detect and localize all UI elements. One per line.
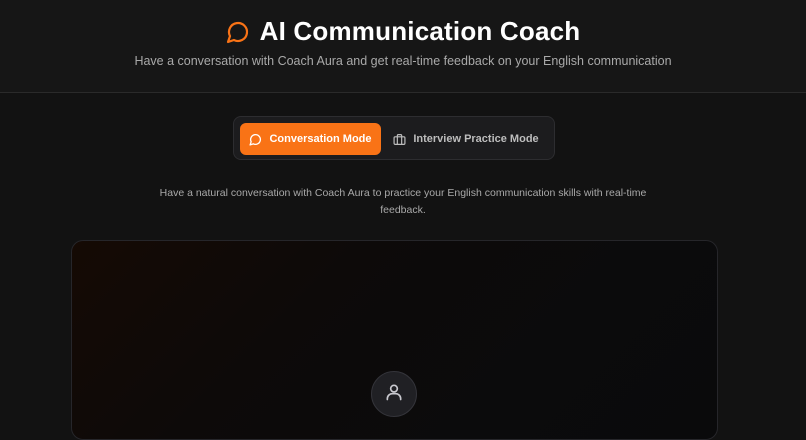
page-subtitle: Have a conversation with Coach Aura and … — [134, 54, 672, 68]
mode-switch: Conversation Mode Interview Practice Mod… — [233, 116, 555, 160]
briefcase-icon — [393, 133, 406, 146]
title-row: AI Communication Coach — [0, 16, 806, 47]
chat-bubble-icon — [249, 133, 262, 146]
conversation-mode-button[interactable]: Conversation Mode — [240, 123, 381, 155]
mode-description: Have a natural conversation with Coach A… — [159, 187, 647, 216]
coach-avatar — [371, 371, 417, 417]
interview-practice-mode-button[interactable]: Interview Practice Mode — [392, 123, 540, 155]
interview-practice-mode-label: Interview Practice Mode — [413, 133, 539, 145]
user-icon — [384, 382, 404, 407]
page-header: AI Communication Coach Have a conversati… — [0, 0, 806, 93]
page-title: AI Communication Coach — [259, 16, 581, 46]
chat-bubble-icon — [226, 20, 250, 44]
conversation-mode-label: Conversation Mode — [269, 133, 372, 145]
